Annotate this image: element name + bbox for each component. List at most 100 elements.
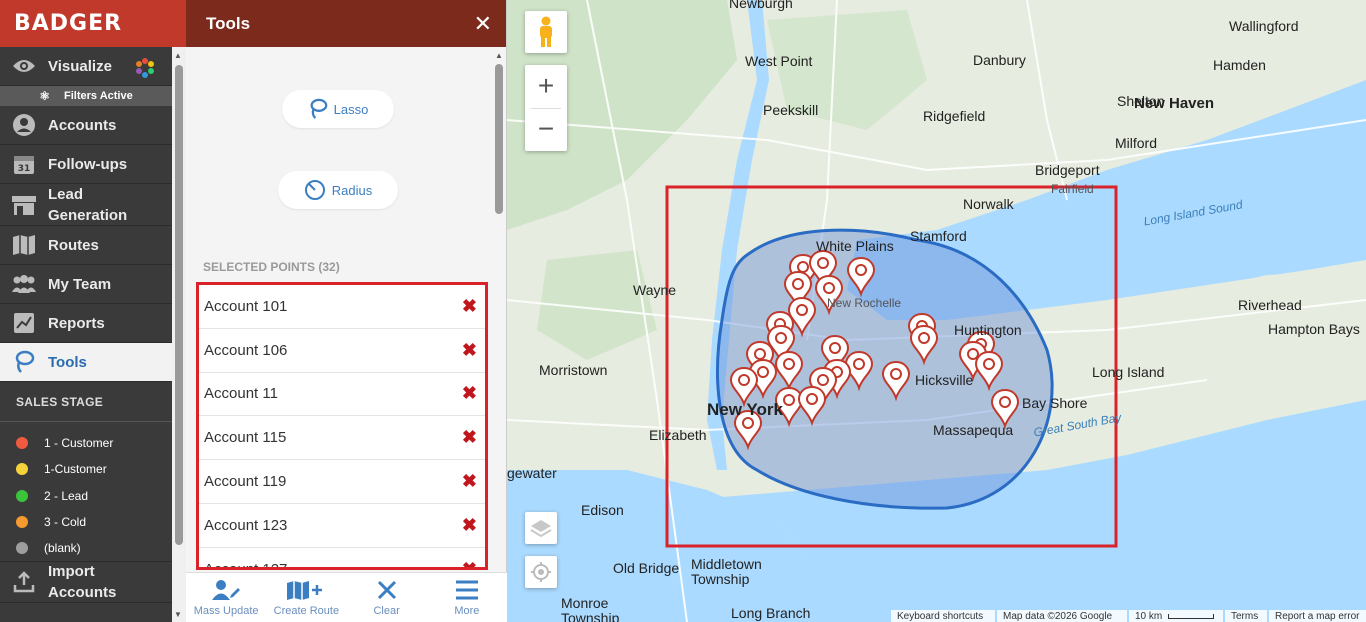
list-item[interactable]: Account 119 ✖ [199,460,485,504]
nav-my-team[interactable]: My Team [0,265,172,304]
zoom-in-icon[interactable]: + [538,66,554,108]
map-label: New Rochelle [827,296,902,310]
stage-item[interactable]: 1-Customer [0,456,172,482]
remove-icon[interactable]: ✖ [462,515,477,536]
stage-item[interactable]: 3 - Cold [0,509,172,535]
remove-icon[interactable]: ✖ [462,296,477,317]
remove-icon[interactable]: ✖ [462,559,477,567]
radius-button[interactable]: Radius [278,171,398,209]
lasso-label: Lasso [333,101,369,117]
user-edit-icon [212,580,241,600]
nav-follow-ups[interactable]: 31 Follow-ups [0,145,172,184]
filters-active-badge[interactable]: ⚛ Filters Active [0,86,172,106]
map-label: White Plains [816,238,894,254]
create-route-button[interactable]: Create Route [266,573,346,622]
zoom-out-icon[interactable]: − [538,109,554,151]
lasso-button[interactable]: Lasso [282,90,394,128]
map-plus-icon [287,581,323,600]
remove-icon[interactable]: ✖ [462,340,477,361]
scale-text: 10 km [1135,610,1163,622]
stage-label: 1 - Customer [44,436,114,451]
nav-reports[interactable]: Reports [0,304,172,343]
account-name: Account 123 [204,516,288,534]
sales-stage-heading: SALES STAGE [0,382,172,422]
map-label: Hicksville [915,372,974,388]
nav-routes[interactable]: Routes [0,226,172,265]
stage-item[interactable]: 1 - Customer [0,430,172,456]
nav-import-accounts[interactable]: Import Accounts [0,561,172,604]
close-icon[interactable]: ✕ [474,11,492,37]
remove-icon[interactable]: ✖ [462,427,477,448]
stage-color-dot [16,489,28,502]
list-item[interactable]: Account 123 ✖ [199,504,485,548]
color-palette-icon [134,57,156,84]
mass-update-button[interactable]: Mass Update [186,573,266,622]
list-item[interactable]: Account 127 ✖ [199,548,485,570]
scale-bar [1168,613,1215,619]
nav-routes-label: Routes [48,236,99,254]
selected-points-list: Account 101 ✖ Account 106 ✖ Account 11 ✖ Ac… [196,282,488,570]
map-label: New Haven [1134,95,1215,112]
stage-label: 2 - Lead [44,488,89,503]
nav-import-accounts-label: Import Accounts [48,563,117,602]
account-name: Account 127 [204,560,288,570]
map-label: Bridgeport [1035,162,1100,178]
atom-icon: ⚛ [39,89,51,103]
map-label: Morristown [539,362,608,378]
map-label: Norwalk [963,196,1014,212]
map-label: Huntington [954,322,1022,338]
map-label: Bay Shore [1022,395,1088,411]
stage-label: (blank) [44,541,81,556]
nav-tools[interactable]: Tools [0,343,172,382]
account-name: Account 119 [204,473,287,491]
map-label: Stamford [910,228,967,244]
account-name: Account 11 [204,385,278,403]
account-name: Account 106 [204,341,288,359]
layers-button[interactable] [525,512,557,544]
hamburger-menu-icon [455,580,478,600]
list-item[interactable]: Account 11 ✖ [199,373,485,417]
account-name: Account 101 [204,297,288,315]
nav-tools-label: Tools [48,353,87,371]
remove-icon[interactable]: ✖ [462,383,477,404]
attrib-text: Terms [1231,610,1259,622]
lasso-icon [11,349,37,375]
list-item[interactable]: Account 115 ✖ [199,416,485,461]
terms-link[interactable]: Terms [1225,610,1267,622]
stage-item[interactable]: (blank) [0,535,172,561]
create-route-label: Create Route [273,605,340,617]
keyboard-shortcuts-link[interactable]: Keyboard shortcuts [891,610,995,622]
map-label: West Point [745,53,813,69]
bottom-action-bar: Mass Update Create Route Clear More [186,572,507,622]
stage-color-dot [16,542,28,555]
stage-item[interactable]: 2 - Lead [0,483,172,509]
scroll-up-arrow-icon[interactable]: ▲ [174,51,182,60]
clear-button[interactable]: Clear [347,573,427,622]
scroll-up-arrow-icon[interactable]: ▲ [495,51,503,60]
scroll-down-arrow-icon[interactable]: ▼ [174,610,182,619]
map-label: Newburgh [729,0,793,11]
nav-scrollbar[interactable]: ▲ ▼ [172,47,186,622]
list-item[interactable]: Account 106 ✖ [199,329,485,373]
calendar-icon: 31 [11,151,37,177]
badger-logo[interactable]: BADGER [0,0,186,47]
tools-scrollbar[interactable]: ▲ [492,47,506,570]
remove-icon[interactable]: ✖ [462,471,477,492]
nav-accounts[interactable]: Accounts [0,106,172,145]
map-canvas[interactable]: Newburgh Wallingford West Point Danbury … [507,0,1366,622]
nav-accounts-label: Accounts [48,116,117,134]
mass-update-label: Mass Update [193,605,259,617]
report-map-error-link[interactable]: Report a map error [1269,610,1366,622]
nav-visualize[interactable]: Visualize [0,47,172,86]
more-label: More [454,605,480,617]
my-location-button[interactable] [525,556,557,588]
nav-scroll-thumb[interactable] [175,65,183,545]
map-scale[interactable]: 10 km [1129,610,1223,622]
more-button[interactable]: More [427,573,507,622]
nav-lead-generation[interactable]: Lead Generation [0,184,172,226]
street-view-pegman[interactable] [525,11,567,53]
stage-color-dot [16,463,28,476]
tools-scroll-thumb[interactable] [495,64,503,214]
list-item[interactable]: Account 101 ✖ [199,285,485,329]
tools-header: Tools ✕ [186,0,506,47]
